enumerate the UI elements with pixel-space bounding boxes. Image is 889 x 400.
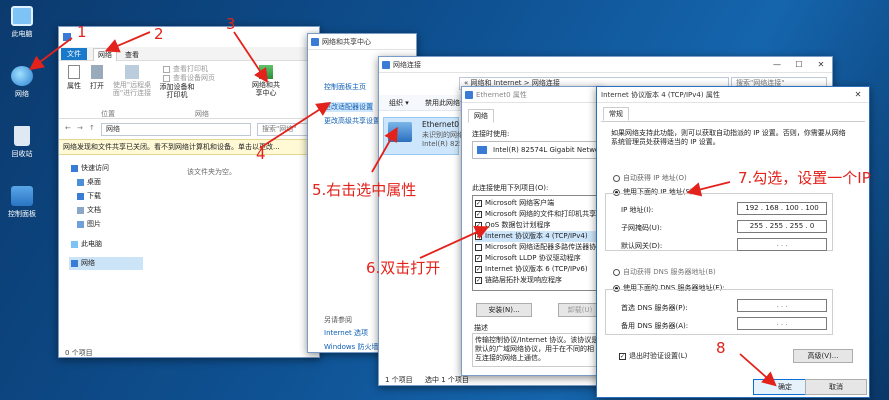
arrow-3 <box>233 31 268 83</box>
arrow-1 <box>29 37 73 71</box>
annotation-1: 1 <box>77 23 87 41</box>
arrow-2 <box>104 31 151 53</box>
arrow-8 <box>739 353 777 387</box>
annotation-2: 2 <box>154 25 164 43</box>
annotation-4: 4 <box>256 145 266 163</box>
annotation-step-6: 6.双击打开 <box>366 259 441 277</box>
annotation-step-5: 5.右击选中属性 <box>312 181 417 199</box>
arrow-4 <box>259 102 332 149</box>
annotation-8: 8 <box>716 339 726 357</box>
arrow-6 <box>419 225 490 259</box>
arrow-7 <box>686 181 731 197</box>
annotation-3: 3 <box>226 15 236 33</box>
annotation-step-7: 7.勾选，设置一个IP <box>738 169 871 187</box>
annotation-arrows <box>29 31 777 387</box>
arrow-5 <box>371 126 398 173</box>
